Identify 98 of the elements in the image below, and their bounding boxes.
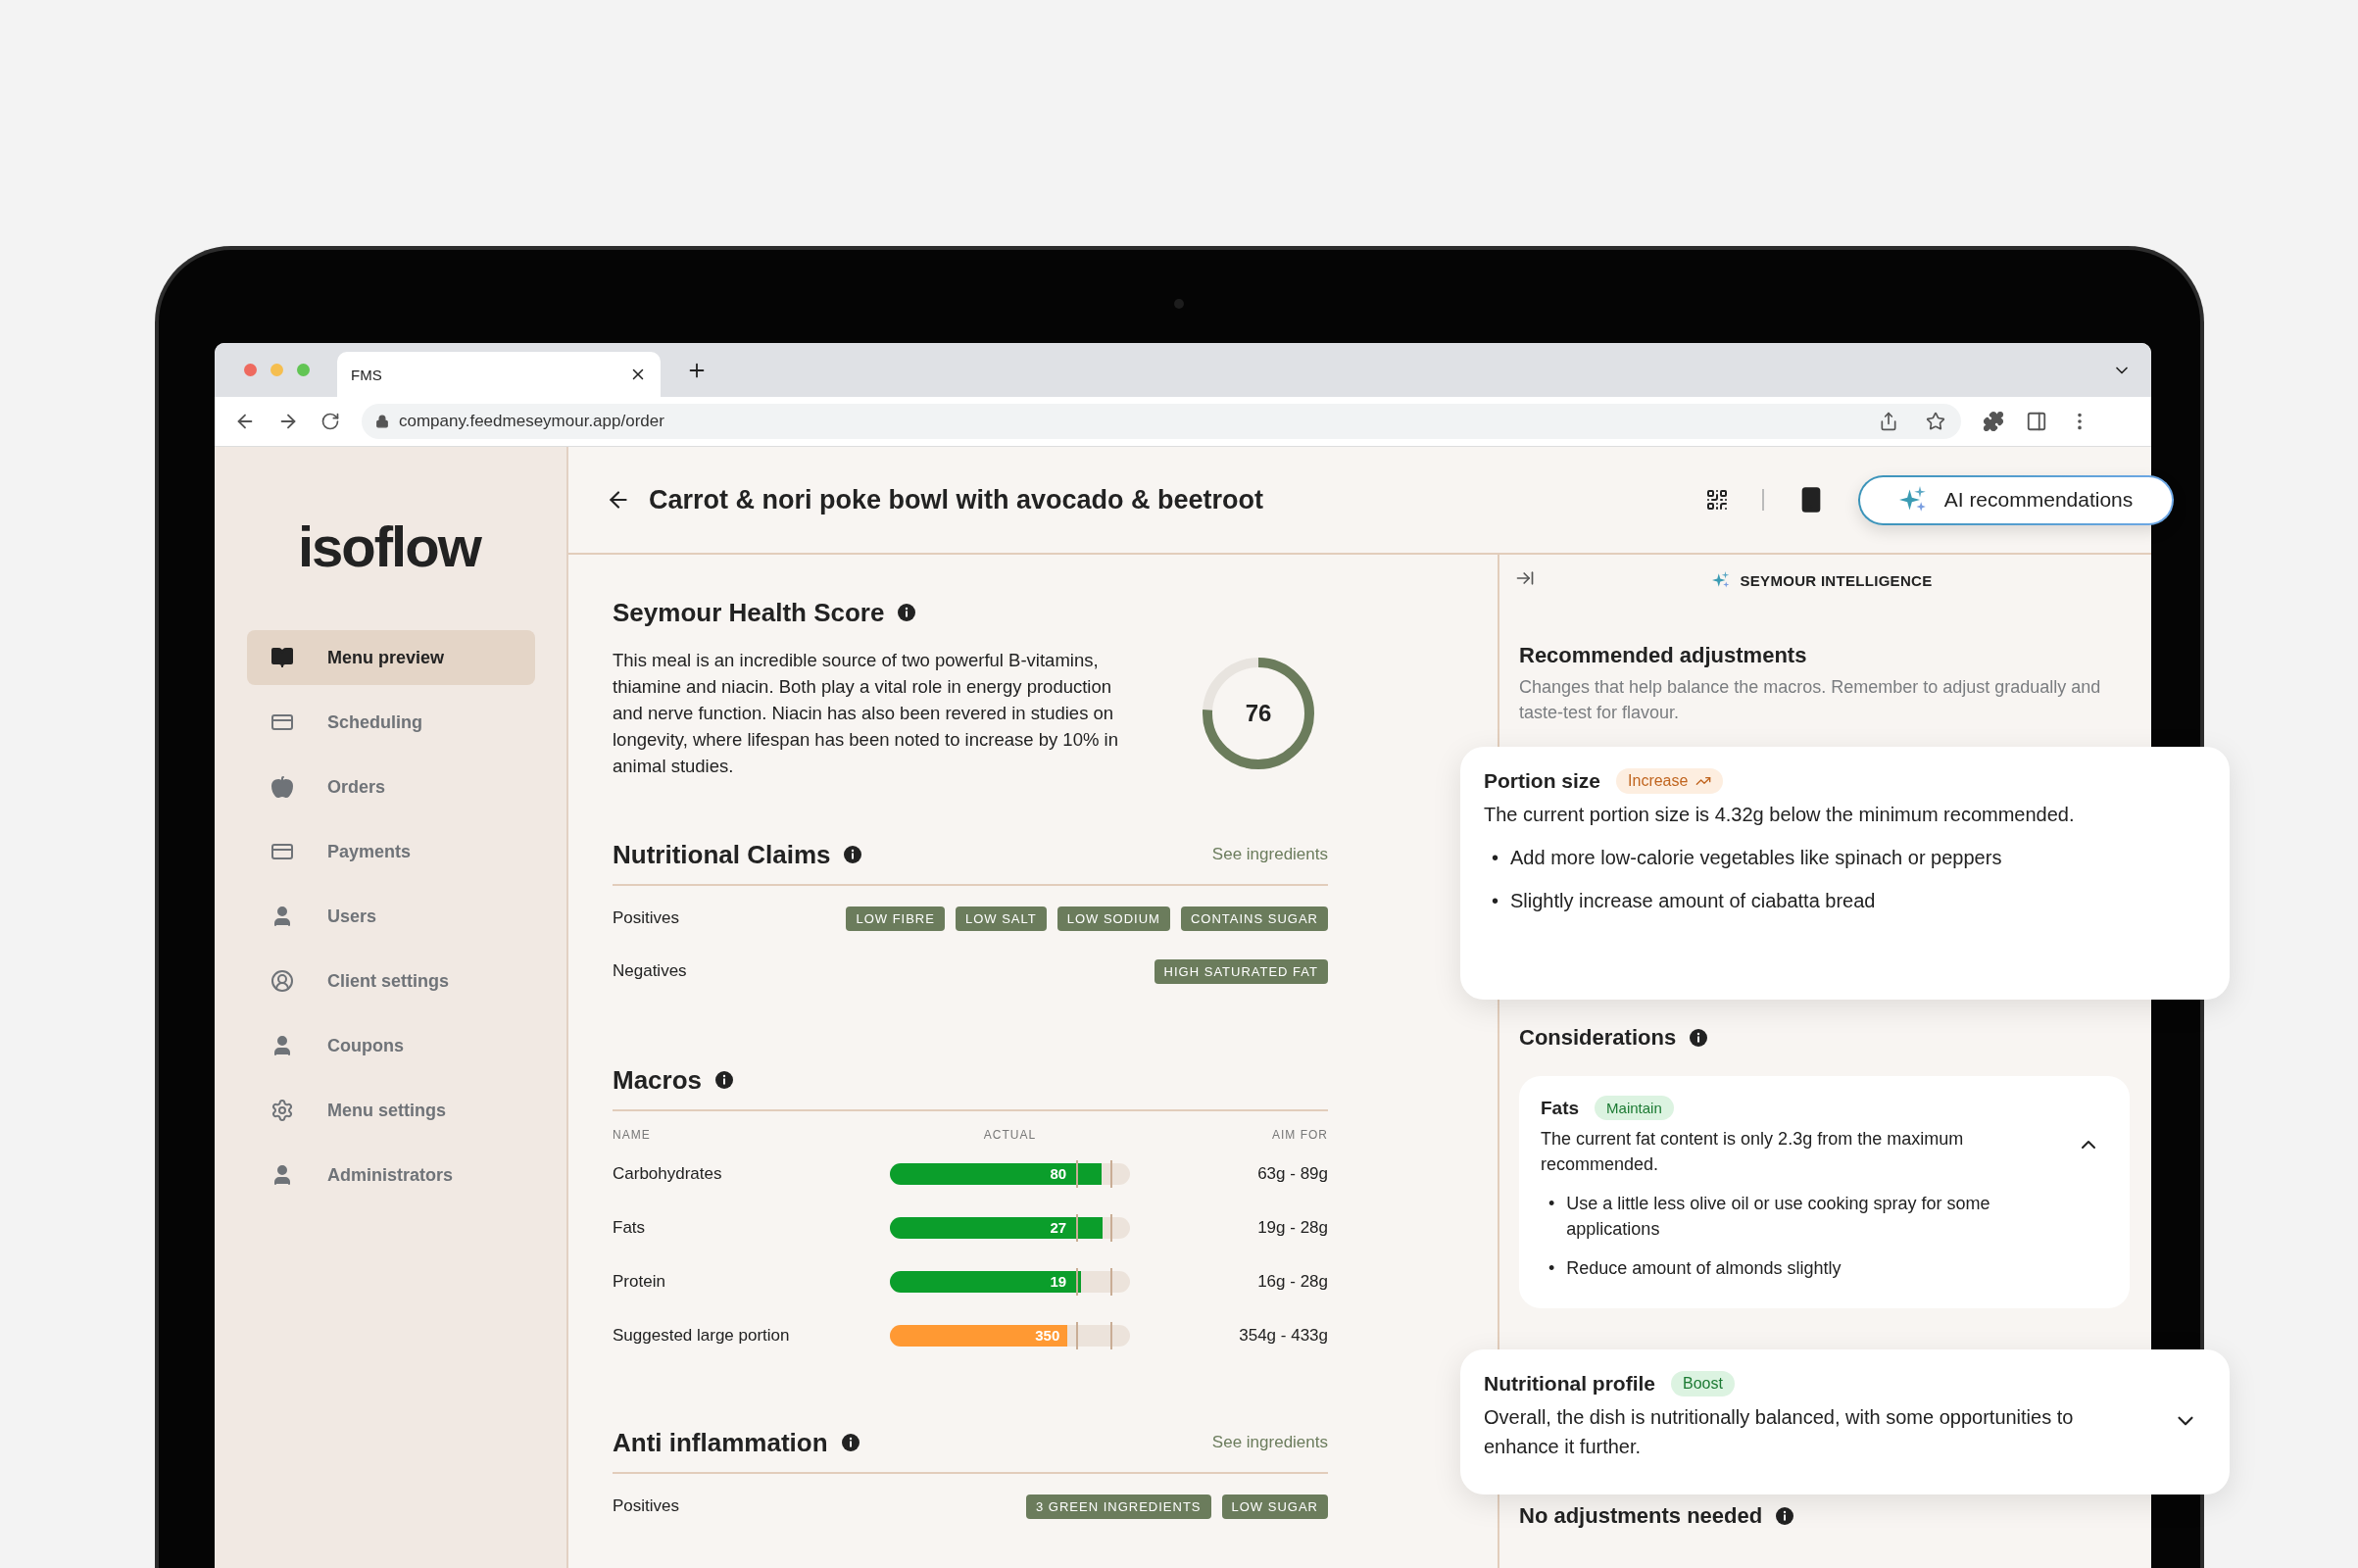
claim-tag: LOW SALT <box>955 906 1047 931</box>
status-badge: Increase <box>1616 768 1724 794</box>
range-marker <box>1109 1159 1112 1188</box>
card-text: The current fat content is only 2.3g from the maximum recommended. <box>1541 1128 1965 1176</box>
bar-value: 80 <box>1050 1165 1067 1182</box>
reload-icon[interactable] <box>320 412 340 431</box>
info-icon <box>898 604 916 621</box>
qr-code-icon[interactable] <box>1705 488 1729 512</box>
bar-value: 350 <box>1035 1327 1060 1344</box>
browser-tab[interactable]: FMS <box>337 352 661 397</box>
range-marker <box>1109 1213 1112 1242</box>
bullet-mark: • <box>1492 846 1498 870</box>
section-title: Seymour Health Score <box>613 598 885 627</box>
sidebar-item[interactable]: Orders <box>247 760 535 814</box>
card-title: Portion size <box>1484 769 1601 793</box>
sparkle-icon <box>1712 571 1731 589</box>
extensions-icon[interactable] <box>1983 411 2004 432</box>
address-bar[interactable]: company.feedmeseymour.app/order <box>362 404 1961 439</box>
column-header: ACTUAL <box>982 1128 1038 1142</box>
card-title: Fats <box>1541 1097 1580 1119</box>
info-icon <box>841 1434 860 1451</box>
bullet-mark: • <box>1492 889 1498 913</box>
collapse-panel-icon[interactable] <box>1515 568 1535 588</box>
row-label: Positives <box>613 908 680 928</box>
panel-heading: Considerations <box>1519 1025 1677 1051</box>
lock-icon <box>375 415 389 428</box>
sidebar-item[interactable]: Coupons <box>247 1018 535 1073</box>
card-text: The current portion size is 4.32g below the minimum recommended. <box>1484 803 2076 827</box>
macro-name: Suggested large portion <box>613 1325 791 1346</box>
sidebar-item[interactable]: Scheduling <box>247 695 535 750</box>
panel-heading: Recommended adjustments <box>1519 643 1807 668</box>
macro-name: Carbohydrates <box>613 1163 723 1184</box>
aim-range: 354g - 433g <box>1238 1325 1328 1346</box>
panel-description: Changes that help balance the macros. Remember to adjust gradually and taste-test for flavour. <box>1519 676 2102 724</box>
claim-tag: LOW SODIUM <box>1056 906 1170 931</box>
bullet-item: Use a little less olive oil or use cooking spray for some applications <box>1566 1193 1991 1241</box>
bullet-mark: • <box>1548 1193 1555 1215</box>
see-ingredients-link[interactable]: See ingredients <box>1211 845 1328 864</box>
side-panel-icon[interactable] <box>2026 411 2047 432</box>
sidebar-item[interactable]: Client settings <box>247 954 535 1008</box>
column-header: AIM FOR <box>1271 1128 1328 1142</box>
aim-range: 63g - 89g <box>1256 1163 1328 1184</box>
claim-tag: HIGH SATURATED FAT <box>1154 958 1328 984</box>
bullet-item: Slightly increase amount of ciabatta bread <box>1510 889 1876 913</box>
sidebar-item[interactable]: Menu preview <box>247 630 535 685</box>
aim-range: 16g - 28g <box>1256 1271 1328 1292</box>
range-marker <box>1109 1321 1112 1349</box>
camera-dot <box>1174 299 1184 309</box>
card-title: Nutritional profile <box>1484 1372 1655 1396</box>
sidebar-item[interactable]: Administrators <box>247 1148 535 1202</box>
user-circle-icon <box>270 969 294 993</box>
info-icon <box>1776 1507 1794 1525</box>
range-marker <box>1076 1267 1079 1296</box>
bookmark-star-icon[interactable] <box>1926 412 1945 431</box>
info-icon <box>1690 1029 1708 1047</box>
status-badge: Maintain <box>1595 1096 1674 1120</box>
share-icon[interactable] <box>1879 412 1898 431</box>
claim-tag: CONTAINS SUGAR <box>1180 906 1328 931</box>
bar-value: 19 <box>1050 1273 1067 1290</box>
sidebar-item[interactable]: Users <box>247 889 535 944</box>
book-icon <box>270 646 294 669</box>
row-label: Negatives <box>613 961 687 981</box>
info-icon <box>844 846 862 863</box>
settings-icon <box>270 1099 294 1122</box>
sidebar-item[interactable]: Menu settings <box>247 1083 535 1138</box>
see-ingredients-link[interactable]: See ingredients <box>1211 1433 1328 1452</box>
macro-name: Protein <box>613 1271 666 1292</box>
section-title: Anti inflammation <box>613 1428 828 1457</box>
sidebar-item[interactable]: Payments <box>247 824 535 879</box>
score-value: 76 <box>1245 699 1272 726</box>
bullet-item: Reduce amount of almonds slightly <box>1566 1257 1842 1280</box>
score-description: This meal is an incredible source of two powerful B-vitamins, thiamine and niacin. Both play a vital role in energy production and nerve function. Niacin has also been revered in studies on longevity, where lifespan has been noted to increase by 10% in animal studies. <box>613 649 1119 778</box>
sparkle-icon <box>1898 486 1927 514</box>
claim-tag: LOW SUGAR <box>1221 1494 1328 1519</box>
page-title: Carrot & nori poke bowl with avocado & beetroot <box>649 484 1265 515</box>
panel-title: SEYMOUR INTELLIGENCE <box>1740 571 1933 589</box>
section-title: Nutritional Claims <box>613 840 831 869</box>
section-title: Macros <box>613 1065 703 1095</box>
macro-name: Fats <box>613 1217 647 1238</box>
card-text: Overall, the dish is nutritionally balanced, with some opportunities to enhance it further. <box>1484 1405 2075 1459</box>
status-badge: Boost <box>1671 1371 1735 1396</box>
claim-tag: LOW FIBRE <box>846 906 945 931</box>
bullet-mark: • <box>1548 1257 1555 1280</box>
range-marker <box>1076 1159 1079 1188</box>
column-header: NAME <box>613 1128 652 1142</box>
panel-heading: No adjustments needed <box>1519 1503 1763 1529</box>
range-marker <box>1109 1267 1112 1296</box>
aim-range: 19g - 28g <box>1256 1217 1328 1238</box>
bar-value: 27 <box>1050 1219 1067 1236</box>
ai-recommendations-button[interactable]: AI recommendations <box>1858 474 2174 525</box>
info-icon <box>715 1071 734 1089</box>
logo: isoflow <box>298 514 482 579</box>
row-label: Positives <box>613 1496 680 1516</box>
range-marker <box>1076 1213 1079 1242</box>
range-marker <box>1076 1321 1079 1349</box>
bullet-item: Add more low-calorie vegetables like spinach or peppers <box>1510 846 2002 870</box>
apple-icon <box>270 775 294 799</box>
claim-tag: 3 GREEN INGREDIENTS <box>1026 1494 1211 1519</box>
